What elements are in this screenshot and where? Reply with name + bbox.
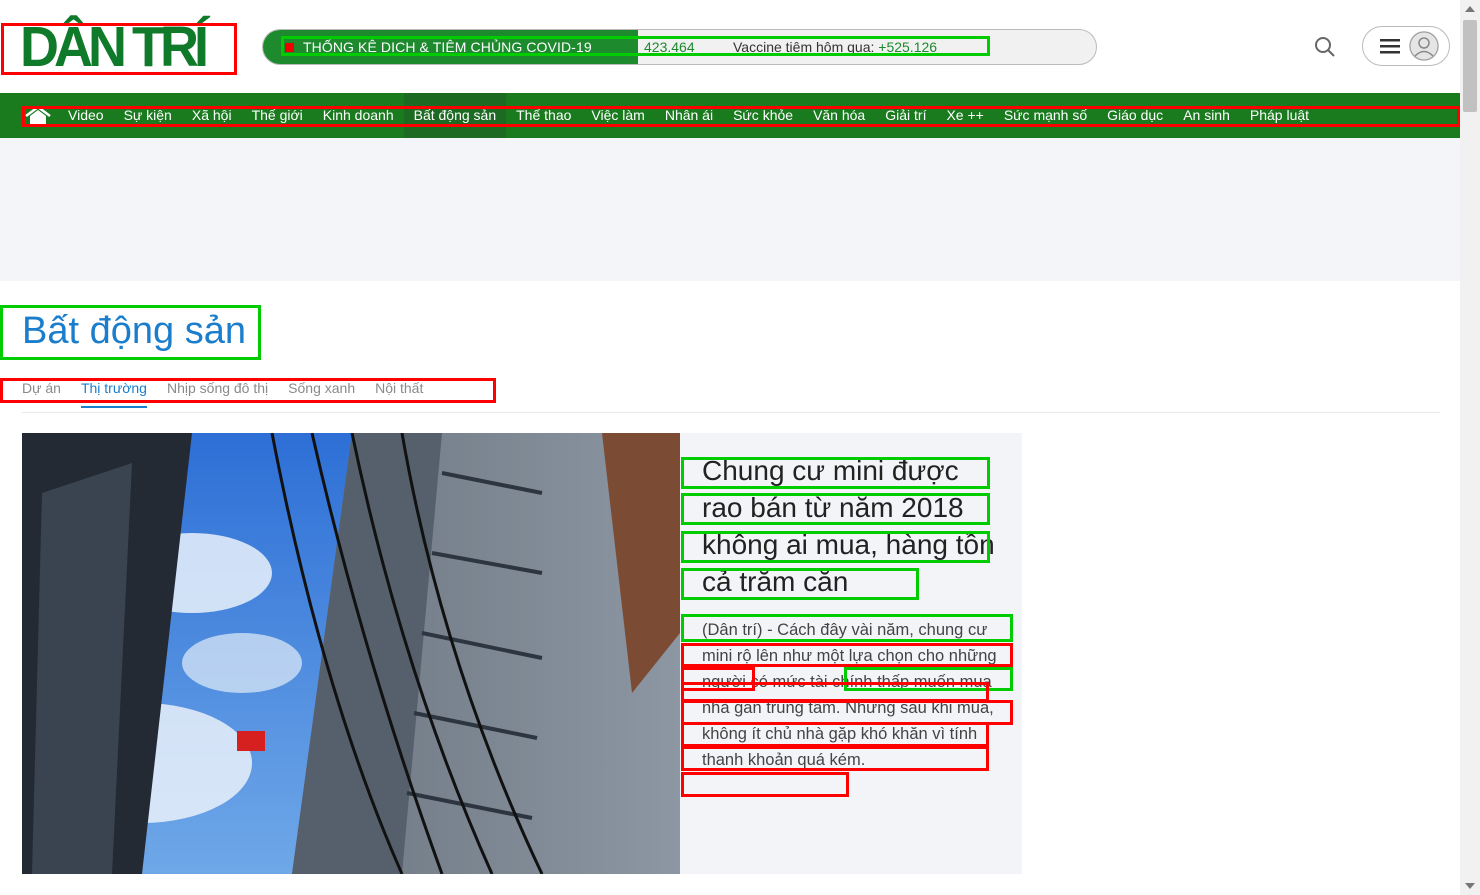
nav-item[interactable]: Sức khỏe [723, 93, 803, 138]
covid-banner-title: THỐNG KÊ DỊCH & TIÊM CHỦNG COVID-19 [303, 39, 592, 55]
section-subnav: Dự án Thị trường Nhịp sống đô thị Sống xanh… [22, 380, 443, 408]
hamburger-menu-icon [1380, 38, 1400, 54]
nav-item[interactable]: Kinh doanh [313, 93, 404, 138]
nav-item[interactable]: Văn hóa [803, 93, 875, 138]
subnav-tab[interactable]: Sống xanh [288, 380, 355, 408]
nav-item[interactable]: Nhân ái [655, 93, 723, 138]
scroll-up-arrow-icon[interactable] [1465, 6, 1475, 12]
scroll-down-arrow-icon[interactable] [1465, 883, 1475, 889]
scroll-thumb[interactable] [1463, 20, 1477, 112]
search-icon[interactable] [1313, 35, 1337, 59]
page-scrollbar[interactable] [1460, 0, 1480, 895]
covid-stats-banner[interactable]: THỐNG KÊ DỊCH & TIÊM CHỦNG COVID-19 423.… [262, 29, 1097, 65]
nav-item[interactable]: Giáo dục [1097, 93, 1173, 138]
nav-item[interactable]: Sự kiện [114, 93, 182, 138]
live-dot-icon [285, 43, 294, 52]
subnav-tab[interactable]: Thị trường [80, 380, 147, 408]
nav-item[interactable]: Việc làm [581, 93, 654, 138]
subnav-tab[interactable]: Nội thất [375, 380, 423, 408]
account-menu-button[interactable] [1362, 26, 1450, 66]
nav-item[interactable]: Thế giới [242, 93, 313, 138]
nav-item[interactable]: Xe ++ [936, 93, 993, 138]
nav-item[interactable]: Bất động sản [403, 93, 507, 138]
feature-article-summary: (Dân trí) - Cách đây vài năm, chung cư m… [702, 621, 997, 769]
section-divider [22, 412, 1440, 413]
ad-banner-placeholder [0, 138, 1460, 281]
home-icon[interactable] [24, 93, 52, 138]
nav-item[interactable]: Sức mạnh số [994, 93, 1097, 138]
site-logo[interactable]: DÂN TRÍ [20, 19, 209, 76]
vaccine-stat: Vaccine tiêm hôm qua: +525.126 [733, 39, 937, 55]
nav-item[interactable]: Pháp luật [1240, 93, 1319, 138]
nav-item[interactable]: Xã hội [182, 93, 242, 138]
vaccine-value: +525.126 [878, 39, 938, 55]
nav-item[interactable]: Video [58, 93, 114, 138]
subnav-tab[interactable]: Nhịp sống đô thị [167, 380, 268, 408]
user-avatar-icon [1409, 31, 1439, 61]
main-nav: Video Sự kiện Xã hội Thế giới Kinh doanh Bất … [0, 93, 1460, 138]
covid-case-count: 423.464 [644, 39, 695, 55]
nav-item[interactable]: An sinh [1173, 93, 1240, 138]
nav-item[interactable]: Giải trí [875, 93, 936, 138]
subnav-tab[interactable]: Dự án [22, 380, 61, 408]
vaccine-label: Vaccine tiêm hôm qua: [733, 39, 875, 55]
section-title: Bất động sản [22, 310, 246, 352]
feature-article-headline[interactable]: Chung cư mini được rao bán từ năm 2018 k… [702, 452, 1002, 600]
feature-article-image[interactable] [22, 433, 680, 874]
site-header: DÂN TRÍ THỐNG KÊ DỊCH & TIÊM CHỦNG COVID… [0, 0, 1460, 93]
nav-item[interactable]: Thể thao [506, 93, 581, 138]
